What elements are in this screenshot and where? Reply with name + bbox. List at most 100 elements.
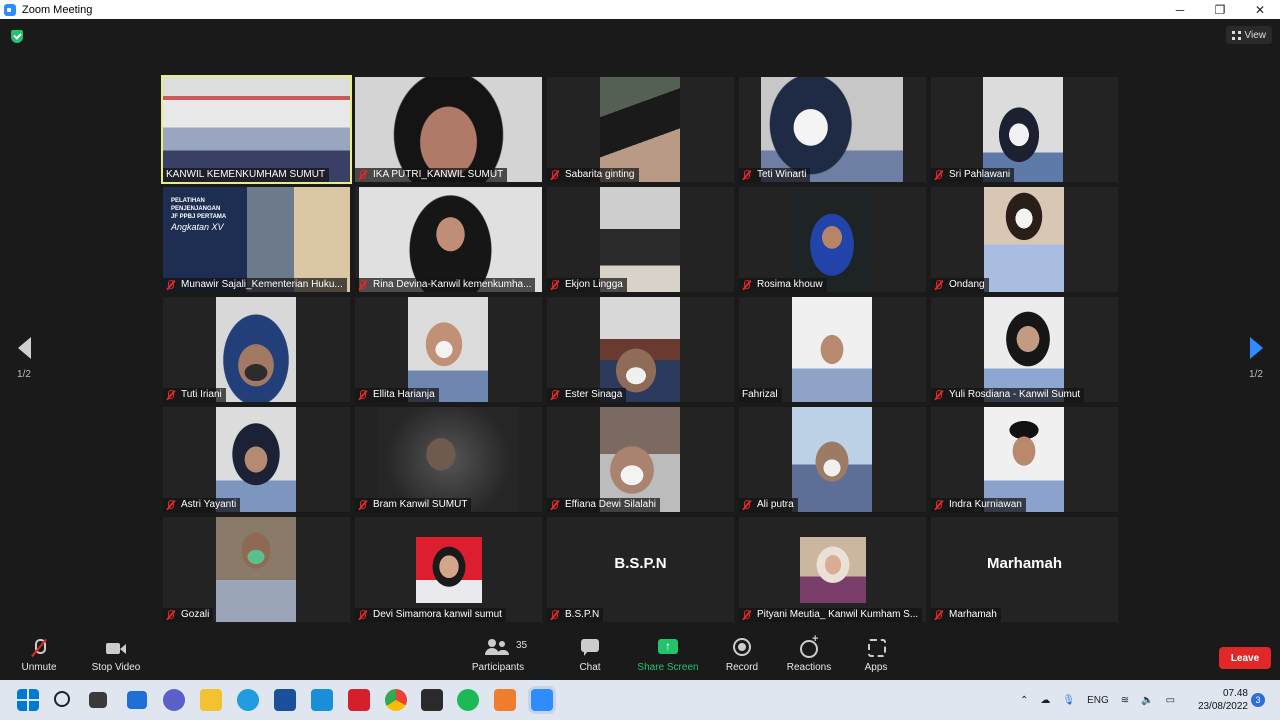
reactions-button[interactable]: Reactions [784,633,834,673]
mcafee-icon[interactable] [348,689,370,711]
mic-muted-icon [166,500,175,510]
view-button[interactable]: View [1225,26,1272,44]
mic-muted-icon [550,610,559,620]
mic-muted-icon [550,170,559,180]
chat-button[interactable]: Chat [572,638,608,673]
spotify-icon[interactable] [457,689,479,711]
share-screen-button[interactable]: Share Screen [636,638,700,673]
video-tile[interactable]: Sri Pahlawani [931,77,1118,182]
video-tile[interactable]: Teti Winarti [739,77,926,182]
video-feed [216,297,296,402]
chevron-up-icon[interactable]: ⌃ [1020,695,1028,706]
participant-name-tag: Astri Yayanti [163,498,241,512]
file-explorer-icon[interactable] [200,689,222,711]
profile-photo [416,537,482,603]
speaker-icon[interactable]: 🔈 [1141,695,1153,706]
chat-bubble-icon [580,638,600,658]
video-feed [355,77,542,182]
video-feed [600,187,680,292]
battery-icon[interactable]: ▭ [1166,695,1175,706]
participant-name-tag: Ali putra [739,498,798,512]
video-tile[interactable]: Ondang [931,187,1118,292]
participant-name-tag: Ondang [931,278,989,292]
video-tile[interactable]: Ali putra [739,407,926,512]
video-feed [408,297,488,402]
video-tile[interactable]: Gozali [163,517,350,622]
video-tile[interactable]: KANWIL KEMENKUMHAM SUMUT [161,75,352,184]
start-windows-icon[interactable] [17,689,39,711]
store-icon[interactable] [274,689,296,711]
video-tile[interactable]: Bram Kanwil SUMUT [355,407,542,512]
close-button[interactable]: ✕ [1240,0,1280,19]
mic-muted-icon [166,280,175,290]
video-feed [984,297,1064,402]
participant-name-tag: Tuti Iriani [163,388,226,402]
mic-muted-icon [934,610,943,620]
leave-button[interactable]: Leave [1219,647,1271,669]
video-tile[interactable]: Ekjon Lingga [547,187,734,292]
video-tile[interactable]: Rosima khouw [739,187,926,292]
participant-name-tag: Ester Sinaga [547,388,627,402]
video-tile[interactable]: Indra Kurniawan [931,407,1118,512]
page-indicator-right: 1/2 [1249,369,1263,380]
video-tile[interactable]: Tuti Iriani [163,297,350,402]
participant-name-tag: Gozali [163,608,214,622]
video-tile[interactable]: Pityani Meutia_ Kanwil Kumham S... [739,517,926,622]
arrow-left-icon [17,337,31,359]
encryption-shield-icon[interactable] [11,30,23,43]
participant-name-tag: Ellita Harianja [355,388,439,402]
video-tile[interactable]: Fahrizal [739,297,926,402]
video-feed [792,297,872,402]
maximize-button[interactable]: ❐ [1200,0,1240,19]
video-tile[interactable]: Marhamah Marhamah [931,517,1118,622]
video-tile[interactable]: Ellita Harianja [355,297,542,402]
microphone-icon[interactable]: 🎙 [1062,695,1075,706]
video-tile[interactable]: PELATIHAN PENJENJANGAN JF PPBJ PERTAMA A… [163,187,350,292]
participant-name-tag: KANWIL KEMENKUMHAM SUMUT [163,168,330,182]
video-tile[interactable]: B.S.P.N B.S.P.N [547,517,734,622]
task-view-icon[interactable] [89,692,107,708]
video-tile[interactable]: Rina Devina-Kanwil kemenkumha... [355,187,542,292]
l-app-icon[interactable] [311,689,333,711]
next-page-button[interactable]: 1/2 [1241,337,1271,380]
edge-browser-icon[interactable] [237,689,259,711]
minimize-button[interactable]: ─ [1160,0,1200,19]
video-tile[interactable]: Astri Yayanti [163,407,350,512]
video-tile[interactable]: Devi Simamora kanwil sumut [355,517,542,622]
search-icon[interactable] [54,691,70,707]
clock[interactable]: 07.48 23/08/2022 [1186,687,1248,713]
arrow-right-icon [1249,337,1263,359]
zoom-taskbar-icon[interactable] [531,689,553,711]
mic-muted-icon [742,170,751,180]
wifi-icon[interactable]: ≋ [1121,695,1129,706]
participants-count: 35 [516,640,528,651]
app-icon[interactable] [494,689,516,711]
mic-muted-icon [358,610,367,620]
grid-view-icon [1231,30,1241,40]
participant-name-tag: IKA PUTRI_KANWIL SUMUT [355,168,508,182]
video-tile[interactable]: Effiana Dewi Silalahi [547,407,734,512]
sticky-notes-icon[interactable] [421,689,443,711]
video-tile[interactable]: Sabarita ginting [547,77,734,182]
mic-muted-icon [166,390,175,400]
notification-badge[interactable]: 3 [1251,693,1265,707]
apps-button[interactable]: Apps [858,638,894,673]
chrome-icon[interactable] [385,689,407,711]
unmute-button[interactable]: Unmute [18,638,60,673]
stop-video-button[interactable]: Stop Video [88,638,144,673]
video-feed [600,407,680,512]
video-feed [216,407,296,512]
widgets-icon[interactable] [127,691,147,709]
language-indicator[interactable]: ENG [1087,695,1109,706]
cloud-icon[interactable]: ☁ [1040,695,1050,706]
video-tile[interactable]: Yuli Rosdiana - Kanwil Sumut [931,297,1118,402]
meeting-stage: View 1/2 1/2 KANWIL KEMENKUMHAM SUMUT IK… [0,19,1280,630]
video-tile[interactable]: Ester Sinaga [547,297,734,402]
video-tile[interactable]: IKA PUTRI_KANWIL SUMUT [355,77,542,182]
previous-page-button[interactable]: 1/2 [9,337,39,380]
participants-button[interactable]: 35 Participants [468,638,528,673]
record-button[interactable]: Record [722,638,762,673]
clock-date: 23/08/2022 [1197,701,1248,712]
mic-muted-icon [742,500,751,510]
teams-chat-icon[interactable] [163,689,185,711]
